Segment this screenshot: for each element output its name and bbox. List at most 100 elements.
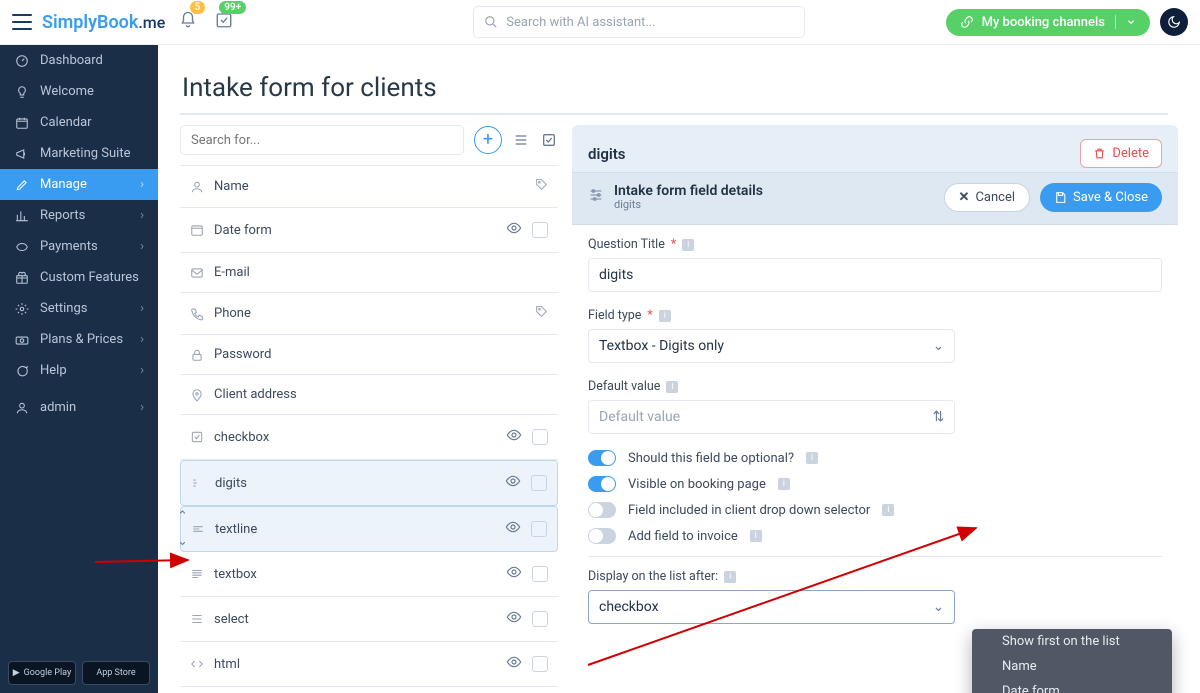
field-row-textbox[interactable]: textbox (180, 552, 558, 597)
booking-channels-button[interactable]: My booking channels (946, 9, 1150, 36)
switch-row: Add field to invoicei (588, 528, 1162, 544)
app-store-badge[interactable]: App Store (82, 661, 150, 685)
menu-toggle[interactable] (12, 14, 32, 30)
reorder-arrows[interactable]: ⌃⌄ (180, 507, 195, 551)
tasks-button[interactable]: 99+ (215, 11, 233, 33)
google-play-badge[interactable]: ▶ Google Play (8, 661, 76, 685)
row-checkbox[interactable] (532, 656, 548, 672)
sidebar-item-manage[interactable]: Manage› (0, 169, 158, 200)
sidebar-item-label: Help (40, 363, 67, 378)
sidebar-item-label: Marketing Suite (40, 146, 131, 161)
sidebar-item-payments[interactable]: Payments› (0, 231, 158, 262)
visibility-icon[interactable] (506, 609, 522, 629)
field-row-label: Phone (214, 306, 525, 321)
info-icon[interactable]: i (882, 504, 894, 516)
search-icon (484, 15, 498, 29)
save-button[interactable]: Save & Close (1040, 183, 1162, 212)
field-row-Date-form[interactable]: Date form (180, 208, 558, 253)
visibility-icon[interactable] (506, 564, 522, 584)
sidebar-item-label: Calendar (40, 115, 92, 130)
sidebar-item-settings[interactable]: Settings› (0, 293, 158, 324)
logo[interactable]: SimplyBook.me (42, 12, 165, 33)
sidebar: Dashboard Welcome Calendar Marketing Suite M… (0, 45, 158, 693)
visibility-icon[interactable] (506, 427, 522, 447)
list-view-icon[interactable] (512, 131, 530, 149)
dropdown-option[interactable]: Name (972, 654, 1172, 679)
info-icon[interactable]: i (778, 478, 790, 490)
default-value-input[interactable]: Default value ⇅ (588, 400, 955, 434)
field-row-checkbox[interactable]: checkbox (180, 415, 558, 460)
select-all-icon[interactable] (540, 131, 558, 149)
field-row-Name[interactable]: Name (180, 166, 558, 208)
field-row-Client-address[interactable]: Client address (180, 375, 558, 415)
sliders-icon (588, 187, 604, 207)
field-row-Phone[interactable]: Phone (180, 293, 558, 335)
sidebar-item-dashboard[interactable]: Dashboard (0, 45, 158, 76)
row-checkbox[interactable] (532, 566, 548, 582)
field-search-input[interactable] (180, 125, 464, 155)
info-icon[interactable]: i (724, 571, 736, 583)
tag-icon (535, 305, 548, 322)
dropdown-option[interactable]: Date form (972, 679, 1172, 693)
info-icon[interactable]: i (682, 239, 694, 251)
dropdown-option-label: Date form (1002, 684, 1060, 693)
theme-toggle-button[interactable] (1160, 8, 1188, 36)
field-type-select[interactable]: Textbox - Digits only ⌄ (588, 329, 955, 363)
bulb-icon (14, 85, 30, 99)
sidebar-item-reports[interactable]: Reports› (0, 200, 158, 231)
dropdown-option-label: Name (1002, 659, 1037, 674)
display-after-select[interactable]: checkbox ⌄ (588, 590, 955, 624)
cancel-button[interactable]: ✕ Cancel (944, 183, 1030, 212)
sidebar-item-label: Dashboard (40, 53, 103, 68)
add-field-button[interactable]: + (474, 126, 502, 154)
toggle-switch[interactable] (588, 528, 616, 544)
visibility-icon[interactable] (505, 519, 521, 539)
row-checkbox[interactable] (532, 611, 548, 627)
visibility-icon[interactable] (505, 473, 521, 493)
info-icon[interactable]: i (750, 530, 762, 542)
gear-icon (14, 302, 30, 316)
sidebar-item-help[interactable]: Help› (0, 355, 158, 386)
sidebar-item-label: Manage (40, 177, 87, 192)
info-icon[interactable]: i (666, 381, 678, 393)
visibility-icon[interactable] (506, 654, 522, 674)
sidebar-item-welcome[interactable]: Welcome (0, 76, 158, 107)
toggle-switch[interactable] (588, 476, 616, 492)
display-after-dropdown[interactable]: Show first on the listNameDate formE-mai… (972, 629, 1172, 693)
field-row-digits[interactable]: digits (180, 460, 558, 506)
field-row-Password[interactable]: Password (180, 335, 558, 375)
field-row-html[interactable]: html (180, 642, 558, 687)
toggle-switch[interactable] (588, 502, 616, 518)
chevron-right-icon: › (140, 400, 144, 415)
sidebar-item-marketing-suite[interactable]: Marketing Suite (0, 138, 158, 169)
chevron-right-icon: › (140, 301, 144, 316)
chat-icon (14, 364, 30, 378)
sidebar-item-calendar[interactable]: Calendar (0, 107, 158, 138)
info-icon[interactable]: i (806, 452, 818, 464)
question-title-input[interactable] (588, 258, 1162, 292)
field-row-textline[interactable]: ⌃⌄textline (180, 506, 558, 552)
field-type-label: Field type * i (588, 308, 1162, 323)
notifications-button[interactable]: 5 (179, 11, 197, 33)
delete-button[interactable]: Delete (1080, 139, 1162, 168)
sidebar-item-custom-features[interactable]: Custom Features (0, 262, 158, 293)
html-icon (190, 657, 204, 671)
switch-row: Field included in client drop down selec… (588, 502, 1162, 518)
row-checkbox[interactable] (531, 475, 547, 491)
field-row-label: Password (214, 347, 548, 362)
sidebar-item-admin[interactable]: admin › (0, 392, 158, 423)
field-row-select[interactable]: select (180, 597, 558, 642)
dropdown-option[interactable]: Show first on the list (972, 629, 1172, 654)
visibility-icon[interactable] (506, 220, 522, 240)
stepper-icon: ⇅ (933, 409, 945, 425)
sidebar-item-plans-&-prices[interactable]: Plans & Prices› (0, 324, 158, 355)
row-checkbox[interactable] (532, 222, 548, 238)
lock-icon (190, 348, 204, 362)
toggle-switch[interactable] (588, 450, 616, 466)
info-icon[interactable]: i (659, 310, 671, 322)
row-checkbox[interactable] (531, 521, 547, 537)
ai-search-input[interactable]: Search with AI assistant... (473, 6, 805, 38)
field-row-E-mail[interactable]: E-mail (180, 253, 558, 293)
ai-search-placeholder: Search with AI assistant... (506, 15, 655, 30)
row-checkbox[interactable] (532, 429, 548, 445)
